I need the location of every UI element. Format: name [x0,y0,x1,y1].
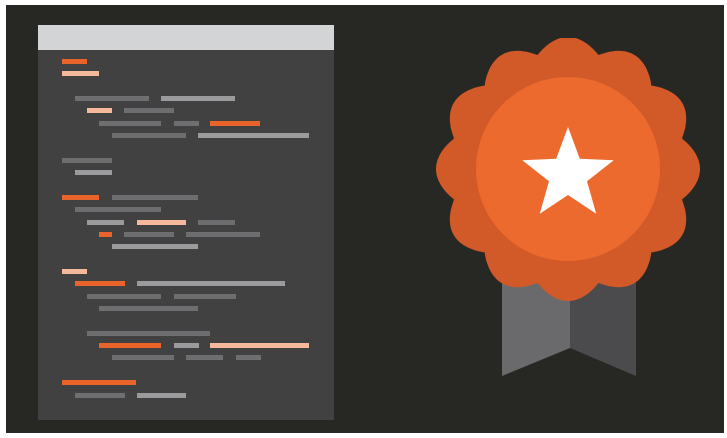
code-line [210,121,260,126]
code-line [112,355,174,360]
code-line [112,195,198,200]
code-line [62,158,112,163]
code-line [137,281,285,286]
code-line [62,71,99,76]
code-line [87,108,112,113]
code-line [137,393,186,398]
code-line [99,232,112,237]
code-line [75,207,161,212]
code-line [210,343,309,348]
code-line [236,355,261,360]
code-line [87,220,124,225]
code-line [87,331,210,336]
code-line [75,281,125,286]
code-line [174,343,199,348]
code-line [174,121,199,126]
code-line [112,244,198,249]
code-line [75,170,112,175]
code-line [99,121,161,126]
code-line [124,232,174,237]
code-line [87,294,161,299]
code-line [99,306,198,311]
code-line [186,232,260,237]
code-line [137,220,186,225]
code-line [62,269,87,274]
award-badge-icon [436,38,700,376]
code-document-icon [38,25,334,420]
code-line [75,96,149,101]
code-line [62,380,136,385]
illustration [0,0,727,438]
code-line [186,355,223,360]
code-line [99,343,161,348]
code-line [62,59,87,64]
code-line [75,393,125,398]
document-title-bar [38,25,334,50]
code-line [161,96,235,101]
code-line [198,220,235,225]
code-line [112,133,186,138]
code-line [198,133,309,138]
code-line [62,195,99,200]
code-line [124,108,174,113]
code-line [174,294,236,299]
